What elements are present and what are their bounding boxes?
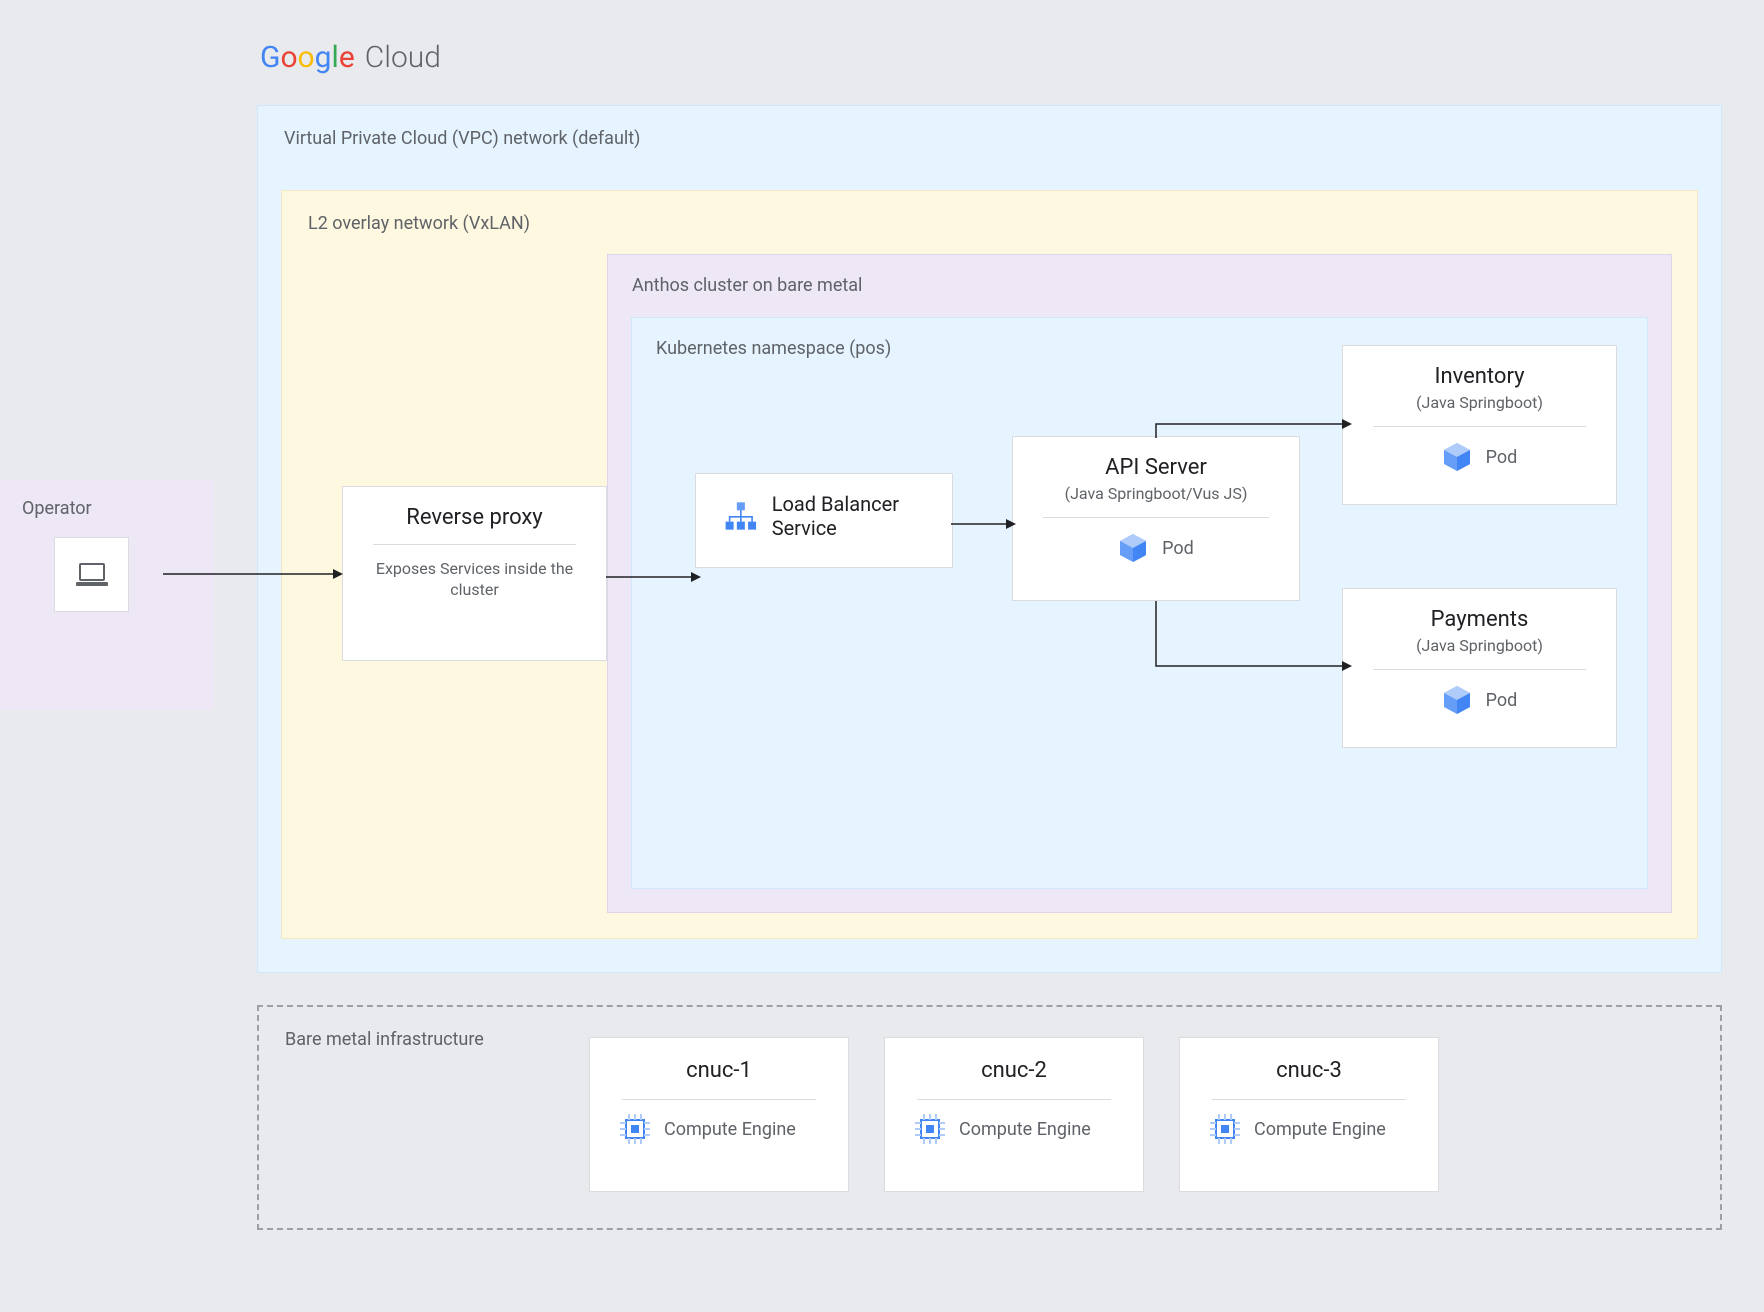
reverse-proxy-card: Reverse proxy Exposes Services inside th…: [342, 486, 607, 661]
cnuc-card-2: cnuc-2: [884, 1037, 1144, 1192]
inventory-card: Inventory (Java Springboot) Pod: [1342, 345, 1617, 505]
operator-panel: Operator: [0, 480, 214, 710]
google-cloud-logo: Google Cloud: [260, 40, 441, 75]
vpc-label: Virtual Private Cloud (VPC) network (def…: [284, 128, 1695, 149]
pod-label: Pod: [1162, 538, 1194, 559]
cnuc-title: cnuc-3: [1204, 1058, 1414, 1083]
pod-icon: [1442, 684, 1472, 716]
divider: [373, 544, 576, 545]
payments-title: Payments: [1365, 607, 1594, 632]
laptop-icon: [75, 562, 109, 588]
compute-engine-icon: [1210, 1114, 1240, 1144]
pod-icon: [1442, 441, 1472, 473]
cnuc-title: cnuc-2: [909, 1058, 1119, 1083]
operator-laptop-box: [54, 537, 129, 612]
payments-card: Payments (Java Springboot) Pod: [1342, 588, 1617, 748]
divider: [1373, 426, 1586, 427]
divider: [1043, 517, 1269, 518]
anthos-label: Anthos cluster on bare metal: [632, 275, 1647, 296]
load-balancer-icon: [724, 495, 758, 537]
divider: [1212, 1099, 1406, 1100]
api-server-subtitle: (Java Springboot/Vus JS): [1035, 484, 1277, 503]
vpc-network-box: Virtual Private Cloud (VPC) network (def…: [257, 105, 1722, 973]
compute-engine-icon: [915, 1114, 945, 1144]
l2-label: L2 overlay network (VxLAN): [308, 213, 1671, 234]
reverse-proxy-note: Exposes Services inside the cluster: [365, 559, 584, 601]
arrow-lb-to-api: [951, 518, 1016, 530]
payments-subtitle: (Java Springboot): [1365, 636, 1594, 655]
pod-icon: [1118, 532, 1148, 564]
compute-label: Compute Engine: [664, 1119, 796, 1140]
arrow-operator-to-proxy: [163, 568, 343, 580]
arrow-api-to-payments: [1156, 601, 1356, 681]
reverse-proxy-title: Reverse proxy: [365, 505, 584, 530]
compute-label: Compute Engine: [959, 1119, 1091, 1140]
compute-engine-icon: [620, 1114, 650, 1144]
pod-label: Pod: [1486, 447, 1518, 468]
lb-title: Load Balancer Service: [772, 492, 930, 540]
divider: [917, 1099, 1111, 1100]
divider: [1373, 669, 1586, 670]
api-server-title: API Server: [1035, 455, 1277, 480]
cloud-wordmark: Cloud: [365, 40, 441, 75]
bare-metal-box: Bare metal infrastructure cnuc-1: [257, 1005, 1722, 1230]
pod-label: Pod: [1486, 690, 1518, 711]
divider: [622, 1099, 816, 1100]
operator-label: Operator: [22, 498, 192, 519]
cnuc-card-3: cnuc-3: [1179, 1037, 1439, 1192]
arrow-api-to-inventory: [1156, 418, 1356, 448]
load-balancer-card: Load Balancer Service: [695, 473, 953, 568]
cnuc-card-1: cnuc-1: [589, 1037, 849, 1192]
arrow-proxy-to-lb: [606, 571, 701, 583]
google-wordmark: Google: [260, 40, 355, 75]
inventory-subtitle: (Java Springboot): [1365, 393, 1594, 412]
anthos-cluster-box: Anthos cluster on bare metal Kubernetes …: [607, 254, 1672, 913]
cnuc-title: cnuc-1: [614, 1058, 824, 1083]
inventory-title: Inventory: [1365, 364, 1594, 389]
compute-label: Compute Engine: [1254, 1119, 1386, 1140]
api-server-card: API Server (Java Springboot/Vus JS) Pod: [1012, 436, 1300, 601]
l2-overlay-box: L2 overlay network (VxLAN) Reverse proxy…: [281, 190, 1698, 939]
k8s-namespace-box: Kubernetes namespace (pos) Load Balancer…: [631, 317, 1648, 889]
